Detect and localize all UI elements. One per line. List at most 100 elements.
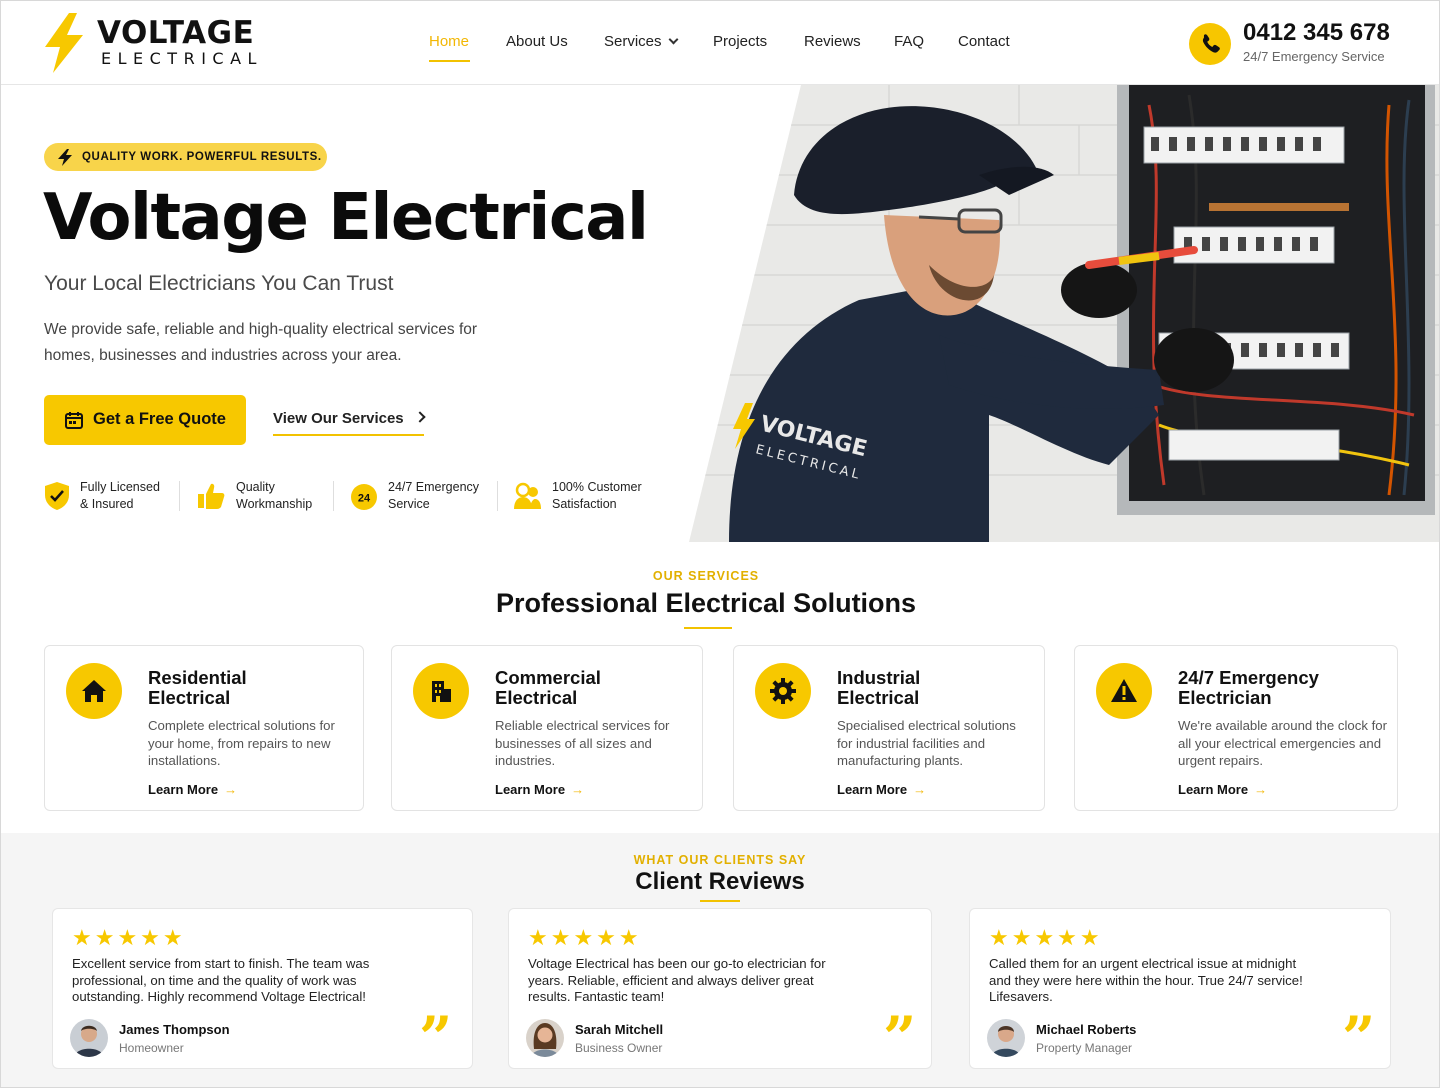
quote-icon: ” (419, 1004, 453, 1072)
feature-licensed-text: Fully Licensed & Insured (80, 479, 160, 513)
view-services-link[interactable]: View Our Services (273, 410, 426, 436)
lightning-bolt-icon (58, 149, 72, 166)
nav-item-faq[interactable]: FAQ (894, 33, 924, 50)
review-card: ★★★★★ Voltage Electrical has been our go… (508, 908, 932, 1069)
nav-item-reviews[interactable]: Reviews (804, 33, 861, 50)
learn-more-label: Learn More (837, 782, 908, 797)
service-card-text: Complete electrical solutions for your h… (148, 718, 335, 768)
service-card-title-line2: Electrical (837, 687, 920, 708)
services-title-underline (684, 627, 732, 629)
service-card-emergency[interactable]: 24/7 Emergency Electrician We're availabl… (1074, 645, 1398, 811)
service-card-title-line2: Electrical (495, 687, 578, 708)
chevron-down-icon (668, 34, 678, 45)
learn-more-link[interactable]: Learn More → (148, 782, 237, 797)
feature-emergency-text: 24/7 Emergency Service (388, 479, 479, 513)
reviews-title: Client Reviews (635, 868, 805, 895)
site-header: VOLTAGE ELECTRICAL Home About Us Service… (1, 1, 1439, 85)
learn-more-label: Learn More (1178, 782, 1249, 797)
gear-icon (755, 663, 811, 719)
service-card-text: Reliable electrical services for busines… (495, 718, 670, 768)
service-card-title-line2: Electrical (148, 687, 231, 708)
shield-check-icon (45, 482, 69, 510)
reviewer-role: Homeowner (119, 1041, 184, 1055)
hero-electrician-image: VOLTAGE ELECTRICAL (689, 85, 1439, 542)
reviewer-role: Business Owner (575, 1041, 663, 1055)
review-text: Excellent service from start to finish. … (72, 956, 370, 1005)
service-card-title: 24/7 Emergency Electrician (1178, 668, 1388, 708)
arrow-right-icon: → (913, 782, 927, 797)
review-card: ★★★★★ Excellent service from start to fi… (52, 908, 473, 1069)
feature-satisfaction-line2: Satisfaction (552, 497, 617, 511)
service-card-title-line2: Electrician (1178, 687, 1272, 708)
hero-subtitle: Your Local Electricians You Can Trust (44, 272, 394, 295)
quote-icon: ” (883, 1004, 917, 1072)
service-card-title-line1: Residential (148, 667, 247, 688)
feature-licensed-line1: Fully Licensed (80, 480, 160, 494)
service-card-title: Residential Electrical (148, 668, 358, 708)
house-icon (66, 663, 122, 719)
arrow-right-icon: → (571, 782, 585, 797)
building-icon (413, 663, 469, 719)
quote-icon: ” (1342, 1004, 1376, 1072)
nav-item-services-label: Services (604, 33, 662, 50)
learn-more-link[interactable]: Learn More → (495, 782, 584, 797)
nav-item-contact[interactable]: Contact (958, 33, 1010, 50)
review-text: Voltage Electrical has been our go-to el… (528, 956, 826, 1005)
service-card-residential[interactable]: Residential Electrical Complete electrica… (44, 645, 364, 811)
hero-title: Voltage Electrical (43, 181, 649, 255)
service-card-title: Commercial Electrical (495, 668, 705, 708)
get-quote-button[interactable]: Get a Free Quote (44, 395, 246, 445)
feature-emergency-line2: Service (388, 497, 430, 511)
star-rating: ★★★★★ (72, 925, 186, 950)
hero-badge: QUALITY WORK. POWERFUL RESULTS. (44, 143, 327, 171)
warning-icon (1096, 663, 1152, 719)
reviewer-name: Michael Roberts (1036, 1022, 1137, 1037)
learn-more-link[interactable]: Learn More → (837, 782, 926, 797)
service-card-industrial[interactable]: Industrial Electrical Specialised electri… (733, 645, 1045, 811)
brand-name: VOLTAGE (97, 15, 255, 51)
service-card-text: Specialised electrical solutions for ind… (837, 718, 1016, 768)
clock-24-icon: 24 (351, 484, 377, 510)
feature-quality-line2: Workmanship (236, 497, 313, 511)
star-rating: ★★★★★ (528, 925, 642, 950)
feature-quality-line1: Quality (236, 480, 275, 494)
service-card-title-line1: 24/7 Emergency (1178, 667, 1319, 688)
feature-quality-text: Quality Workmanship (236, 479, 312, 513)
arrow-right-icon: → (224, 782, 238, 797)
reviewer-name: James Thompson (119, 1022, 230, 1037)
feature-divider (179, 481, 180, 511)
brand-logo[interactable]: VOLTAGE ELECTRICAL (43, 13, 263, 75)
reviewer-name: Sarah Mitchell (575, 1022, 664, 1037)
service-card-title: Industrial Electrical (837, 668, 1047, 708)
avatar (70, 1019, 108, 1057)
feature-licensed-line2: & Insured (80, 497, 134, 511)
nav-active-underline (429, 60, 470, 62)
arrow-right-icon: → (1254, 782, 1268, 797)
phone-number[interactable]: 0412 345 678 (1243, 19, 1390, 47)
reviewer-role: Property Manager (1036, 1041, 1133, 1055)
nav-item-projects[interactable]: Projects (713, 33, 767, 50)
learn-more-link[interactable]: Learn More → (1178, 782, 1267, 797)
star-rating: ★★★★★ (989, 925, 1103, 950)
hero-badge-text: QUALITY WORK. POWERFUL RESULTS. (82, 151, 322, 163)
users-icon (514, 482, 541, 509)
hero-description: We provide safe, reliable and high-quali… (44, 321, 478, 364)
service-card-commercial[interactable]: Commercial Electrical Reliable electrical… (391, 645, 703, 811)
service-card-title-line1: Commercial (495, 667, 601, 688)
review-card: ★★★★★ Called them for an urgent electric… (969, 908, 1391, 1069)
learn-more-label: Learn More (495, 782, 566, 797)
service-card-title-line1: Industrial (837, 667, 921, 688)
clock-24-icon-text: 24 (358, 493, 371, 505)
nav-item-about[interactable]: About Us (506, 33, 568, 50)
services-kicker: OUR SERVICES (652, 569, 760, 583)
review-text: Called them for an urgent electrical iss… (989, 956, 1303, 1005)
services-title: Professional Electrical Solutions (495, 588, 917, 618)
get-quote-label: Get a Free Quote (93, 410, 226, 428)
lightning-bolt-icon (45, 13, 83, 73)
reviews-kicker: WHAT OUR CLIENTS SAY (633, 853, 807, 867)
view-services-label: View Our Services (273, 410, 404, 427)
nav-item-home[interactable]: Home (429, 33, 469, 50)
nav-item-services[interactable]: Services (604, 33, 678, 50)
feature-emergency-line1: 24/7 Emergency (388, 480, 480, 494)
phone-note: 24/7 Emergency Service (1243, 49, 1385, 64)
